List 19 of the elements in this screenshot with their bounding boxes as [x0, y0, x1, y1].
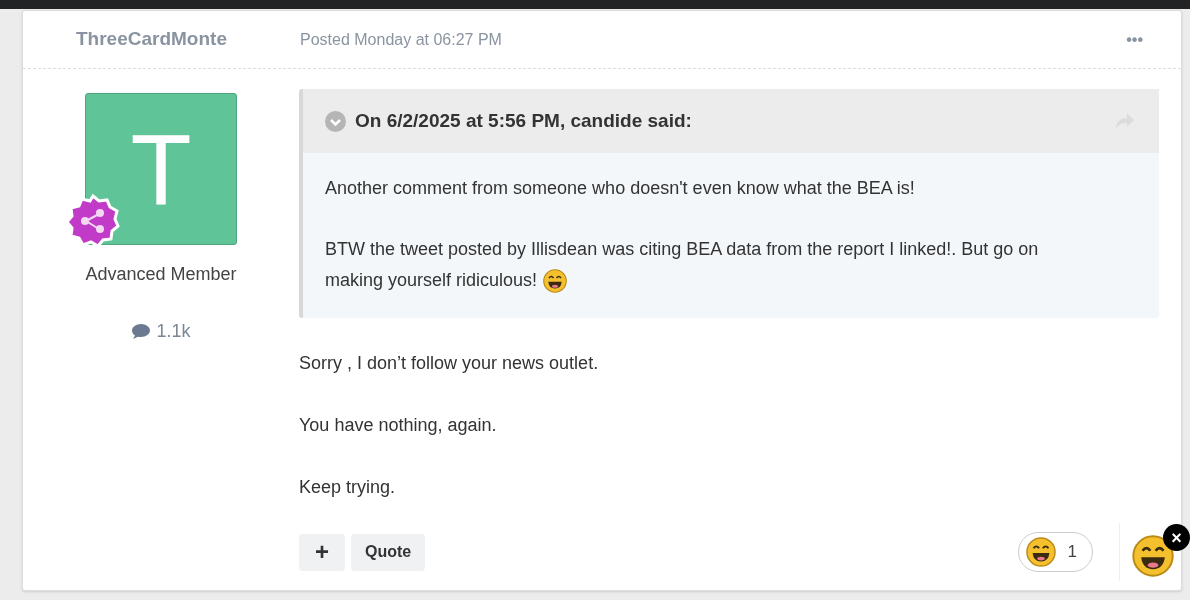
close-button[interactable]: ×	[1163, 524, 1190, 551]
speech-bubble-icon	[131, 323, 152, 340]
chevron-down-icon[interactable]	[325, 110, 346, 132]
quote-button[interactable]: Quote	[351, 533, 426, 571]
member-rank: Advanced Member	[85, 263, 237, 286]
quote-text: Another comment from someone who doesn't even know what the BEA is!	[325, 177, 915, 200]
post-text: You have nothing, again.	[299, 414, 498, 437]
laughing-emoji-icon	[1132, 535, 1174, 577]
quote-header: On 6/2/2025 at 5:56 PM, candide said:	[355, 108, 692, 133]
add-button[interactable]: +	[299, 533, 345, 571]
post-text: Keep trying.	[299, 476, 397, 499]
quote-text: BTW the tweet posted by Illisdean was citing BEA data from the report I linked!. But go on	[325, 238, 1039, 261]
laughing-emoji-icon	[1025, 537, 1056, 567]
post-date: Posted Monday at 06:27 PM	[300, 29, 502, 50]
post-text: Sorry , I don’t follow your news outlet.	[299, 352, 600, 375]
count-text: 1	[1067, 541, 1078, 564]
share-badge-icon	[66, 194, 120, 248]
post-count: 1.1k	[156, 320, 191, 343]
quote-text: making yourself ridiculous!	[325, 269, 538, 292]
